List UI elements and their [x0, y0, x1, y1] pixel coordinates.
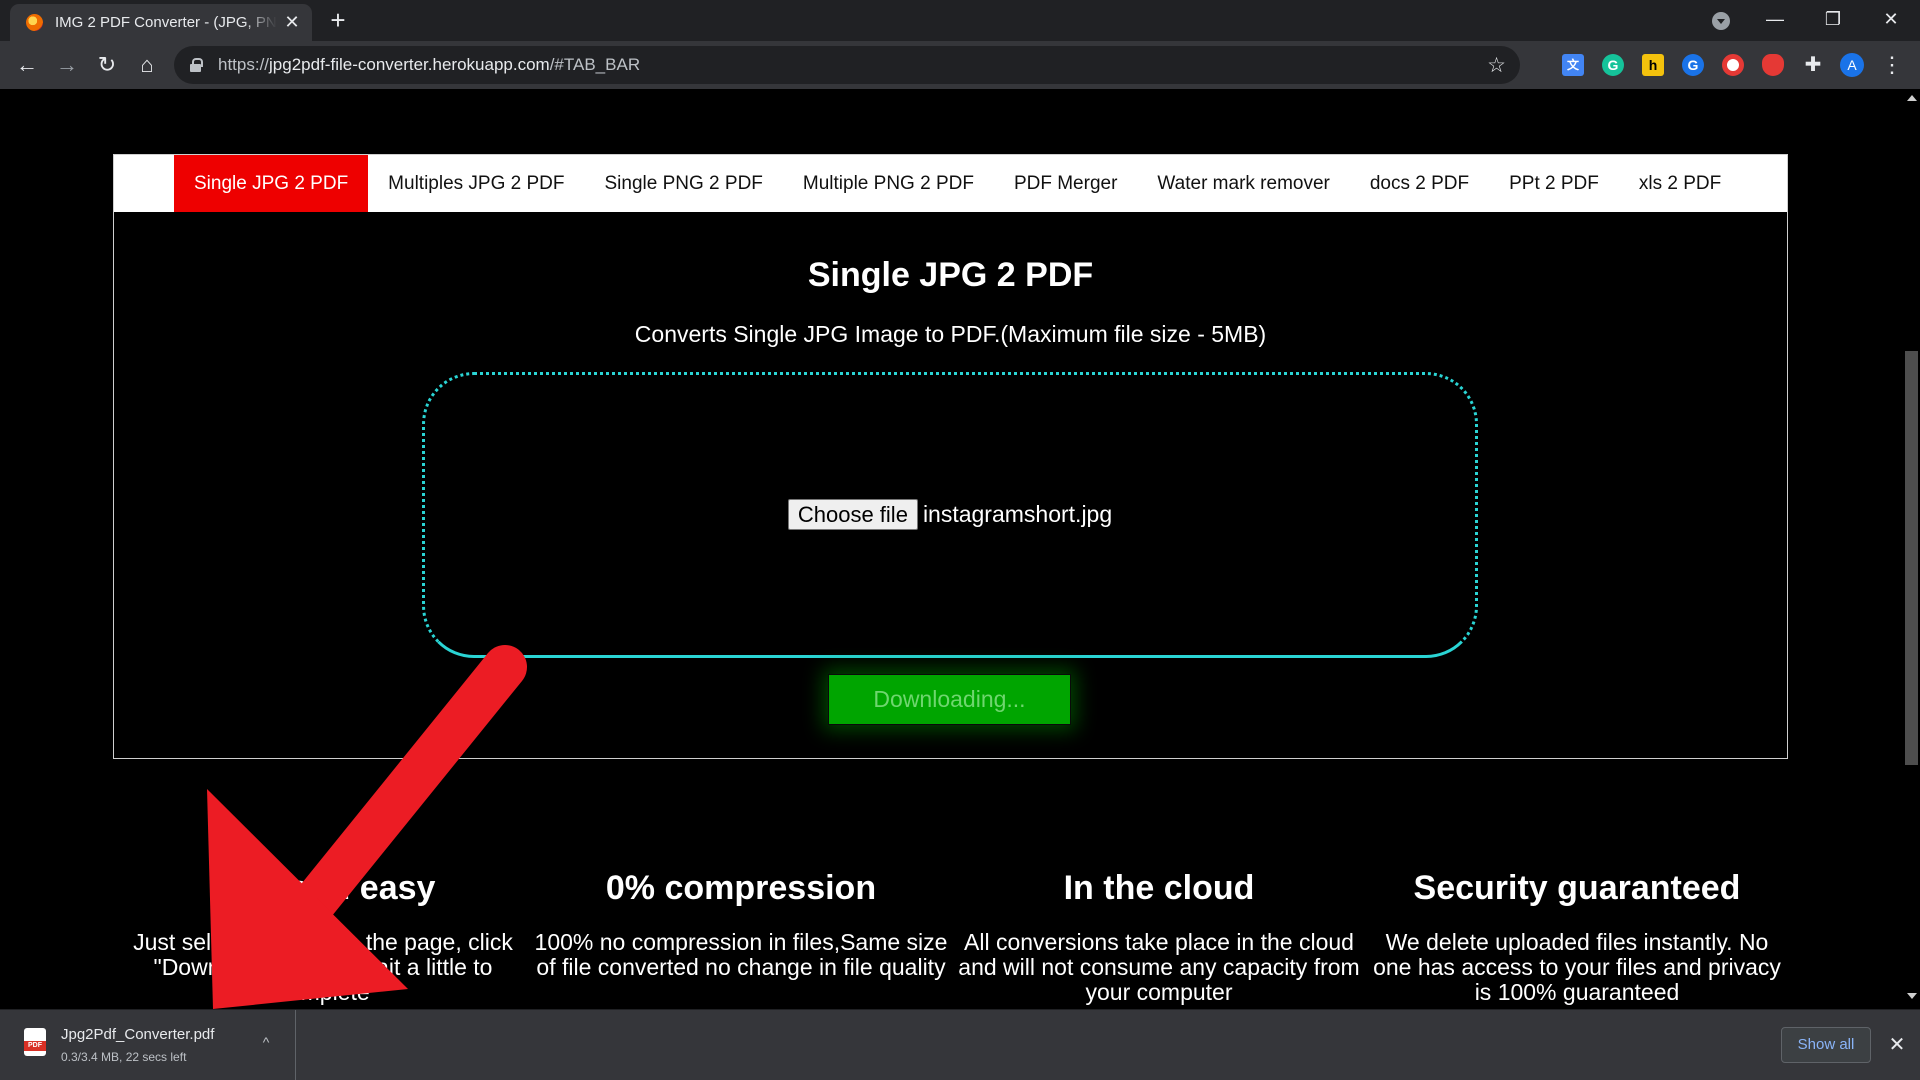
restore-button[interactable]: ❐ [1804, 0, 1862, 41]
download-shelf: Jpg2Pdf_Converter.pdf 0.3/3.4 MB, 22 sec… [0, 1009, 1920, 1080]
feature-cloud: In the cloud All conversions take place … [949, 869, 1369, 1005]
url-text[interactable]: https://jpg2pdf-file-converter.herokuapp… [218, 55, 640, 75]
grammarly-icon[interactable]: G [1602, 54, 1624, 76]
tab-multiples-jpg-2-pdf[interactable]: Multiples JPG 2 PDF [368, 155, 584, 212]
selected-file-name: instagramshort.jpg [922, 501, 1113, 527]
menu-kebab-icon[interactable]: ⋮ [1880, 51, 1904, 79]
site-favicon-icon [26, 14, 43, 31]
feature-title: In the cloud [1063, 869, 1255, 907]
tab-multiple-png-2-pdf[interactable]: Multiple PNG 2 PDF [783, 155, 994, 212]
tab-search-icon[interactable] [1712, 12, 1730, 30]
page-subtitle: Converts Single JPG Image to PDF.(Maximu… [634, 321, 1267, 347]
scroll-down-icon[interactable] [1907, 993, 1917, 999]
browser-tab[interactable]: IMG 2 PDF Converter - (JPG, PNG ✕ [10, 4, 312, 41]
tab-xls-2-pdf[interactable]: xls 2 PDF [1619, 155, 1741, 212]
url-host: jpg2pdf-file-converter.herokuapp.com [269, 55, 550, 74]
browser-toolbar: ← → ↻ ⌂ https://jpg2pdf-file-converter.h… [0, 41, 1920, 89]
download-file-name: Jpg2Pdf_Converter.pdf [61, 1026, 215, 1043]
download-item[interactable]: Jpg2Pdf_Converter.pdf 0.3/3.4 MB, 22 sec… [0, 1010, 296, 1080]
feature-compression: 0% compression 100% no compression in fi… [531, 869, 951, 980]
honey-icon[interactable]: h [1642, 54, 1664, 76]
feature-text: Just select the files on the page, click… [133, 929, 513, 1005]
profile-avatar[interactable]: A [1840, 53, 1864, 77]
url-path: /#TAB_BAR [549, 55, 641, 74]
feature-title: 0% compression [605, 869, 877, 907]
tab-water-mark-remover[interactable]: Water mark remover [1137, 155, 1349, 212]
lock-icon[interactable] [190, 58, 203, 72]
forward-icon[interactable]: → [51, 49, 83, 81]
new-tab-button[interactable]: + [324, 6, 352, 34]
address-bar[interactable]: https://jpg2pdf-file-converter.herokuapp… [174, 46, 1520, 84]
home-icon[interactable]: ⌂ [131, 49, 163, 81]
tab-title: IMG 2 PDF Converter - (JPG, PNG [55, 14, 277, 31]
url-scheme: https:// [218, 55, 270, 74]
record-icon[interactable] [1722, 54, 1744, 76]
show-all-button[interactable]: Show all [1781, 1027, 1871, 1063]
file-input[interactable]: Choose file instagramshort.jpg [425, 499, 1475, 530]
window-close-button[interactable]: ✕ [1862, 0, 1920, 41]
download-status: 0.3/3.4 MB, 22 secs left [61, 1050, 187, 1064]
pdf-file-icon [24, 1028, 46, 1056]
chevron-up-icon[interactable]: ^ [256, 1032, 276, 1052]
tab-single-jpg-2-pdf[interactable]: Single JPG 2 PDF [174, 155, 369, 212]
feature-text: All conversions take place in the cloud … [958, 929, 1360, 1005]
page-scrollbar[interactable] [1903, 89, 1920, 1009]
feature-text: 100% no compression in files,Same size o… [534, 929, 948, 980]
grammarly-go-icon[interactable]: G [1682, 54, 1704, 76]
features-section: Fast and easy Just select the files on t… [113, 869, 1788, 1009]
feature-title: Fast and easy [210, 869, 436, 907]
bookmark-star-icon[interactable]: ☆ [1487, 53, 1506, 78]
converter-card: Single JPG 2 PDF Multiples JPG 2 PDF Singl… [113, 154, 1788, 759]
tool-tabs: Single JPG 2 PDF Multiples JPG 2 PDF Singl… [174, 155, 1741, 212]
tab-close-icon[interactable]: ✕ [282, 12, 302, 32]
page-viewport: Single JPG 2 PDF Multiples JPG 2 PDF Singl… [0, 89, 1903, 1009]
translate-icon[interactable]: 文 [1562, 54, 1584, 76]
feature-fast-easy: Fast and easy Just select the files on t… [113, 869, 533, 1005]
back-icon[interactable]: ← [11, 49, 43, 81]
hand-icon[interactable] [1762, 54, 1784, 76]
close-shelf-icon[interactable]: ✕ [1883, 1031, 1911, 1059]
scroll-up-icon[interactable] [1907, 95, 1917, 101]
download-button[interactable]: Downloading... [828, 674, 1071, 725]
minimize-button[interactable]: — [1746, 0, 1804, 41]
page-title: Single JPG 2 PDF [807, 256, 1094, 294]
tab-pdf-merger[interactable]: PDF Merger [994, 155, 1137, 212]
feature-title: Security guaranteed [1413, 869, 1741, 907]
puzzle-icon[interactable]: ✚ [1802, 54, 1824, 76]
scroll-thumb[interactable] [1905, 351, 1918, 765]
feature-text: We delete uploaded files instantly. No o… [1373, 929, 1781, 1005]
reload-icon[interactable]: ↻ [91, 49, 123, 81]
tab-ppt-2-pdf[interactable]: PPt 2 PDF [1489, 155, 1619, 212]
tab-docs-2-pdf[interactable]: docs 2 PDF [1350, 155, 1489, 212]
feature-security: Security guaranteed We delete uploaded f… [1367, 869, 1787, 1005]
tab-single-png-2-pdf[interactable]: Single PNG 2 PDF [585, 155, 783, 212]
browser-tabstrip: IMG 2 PDF Converter - (JPG, PNG ✕ + — ❐ … [0, 0, 1920, 41]
tool-tab-bar: Single JPG 2 PDF Multiples JPG 2 PDF Singl… [114, 155, 1787, 212]
file-dropzone[interactable]: Choose file instagramshort.jpg [422, 372, 1478, 658]
choose-file-button[interactable]: Choose file [787, 499, 918, 530]
